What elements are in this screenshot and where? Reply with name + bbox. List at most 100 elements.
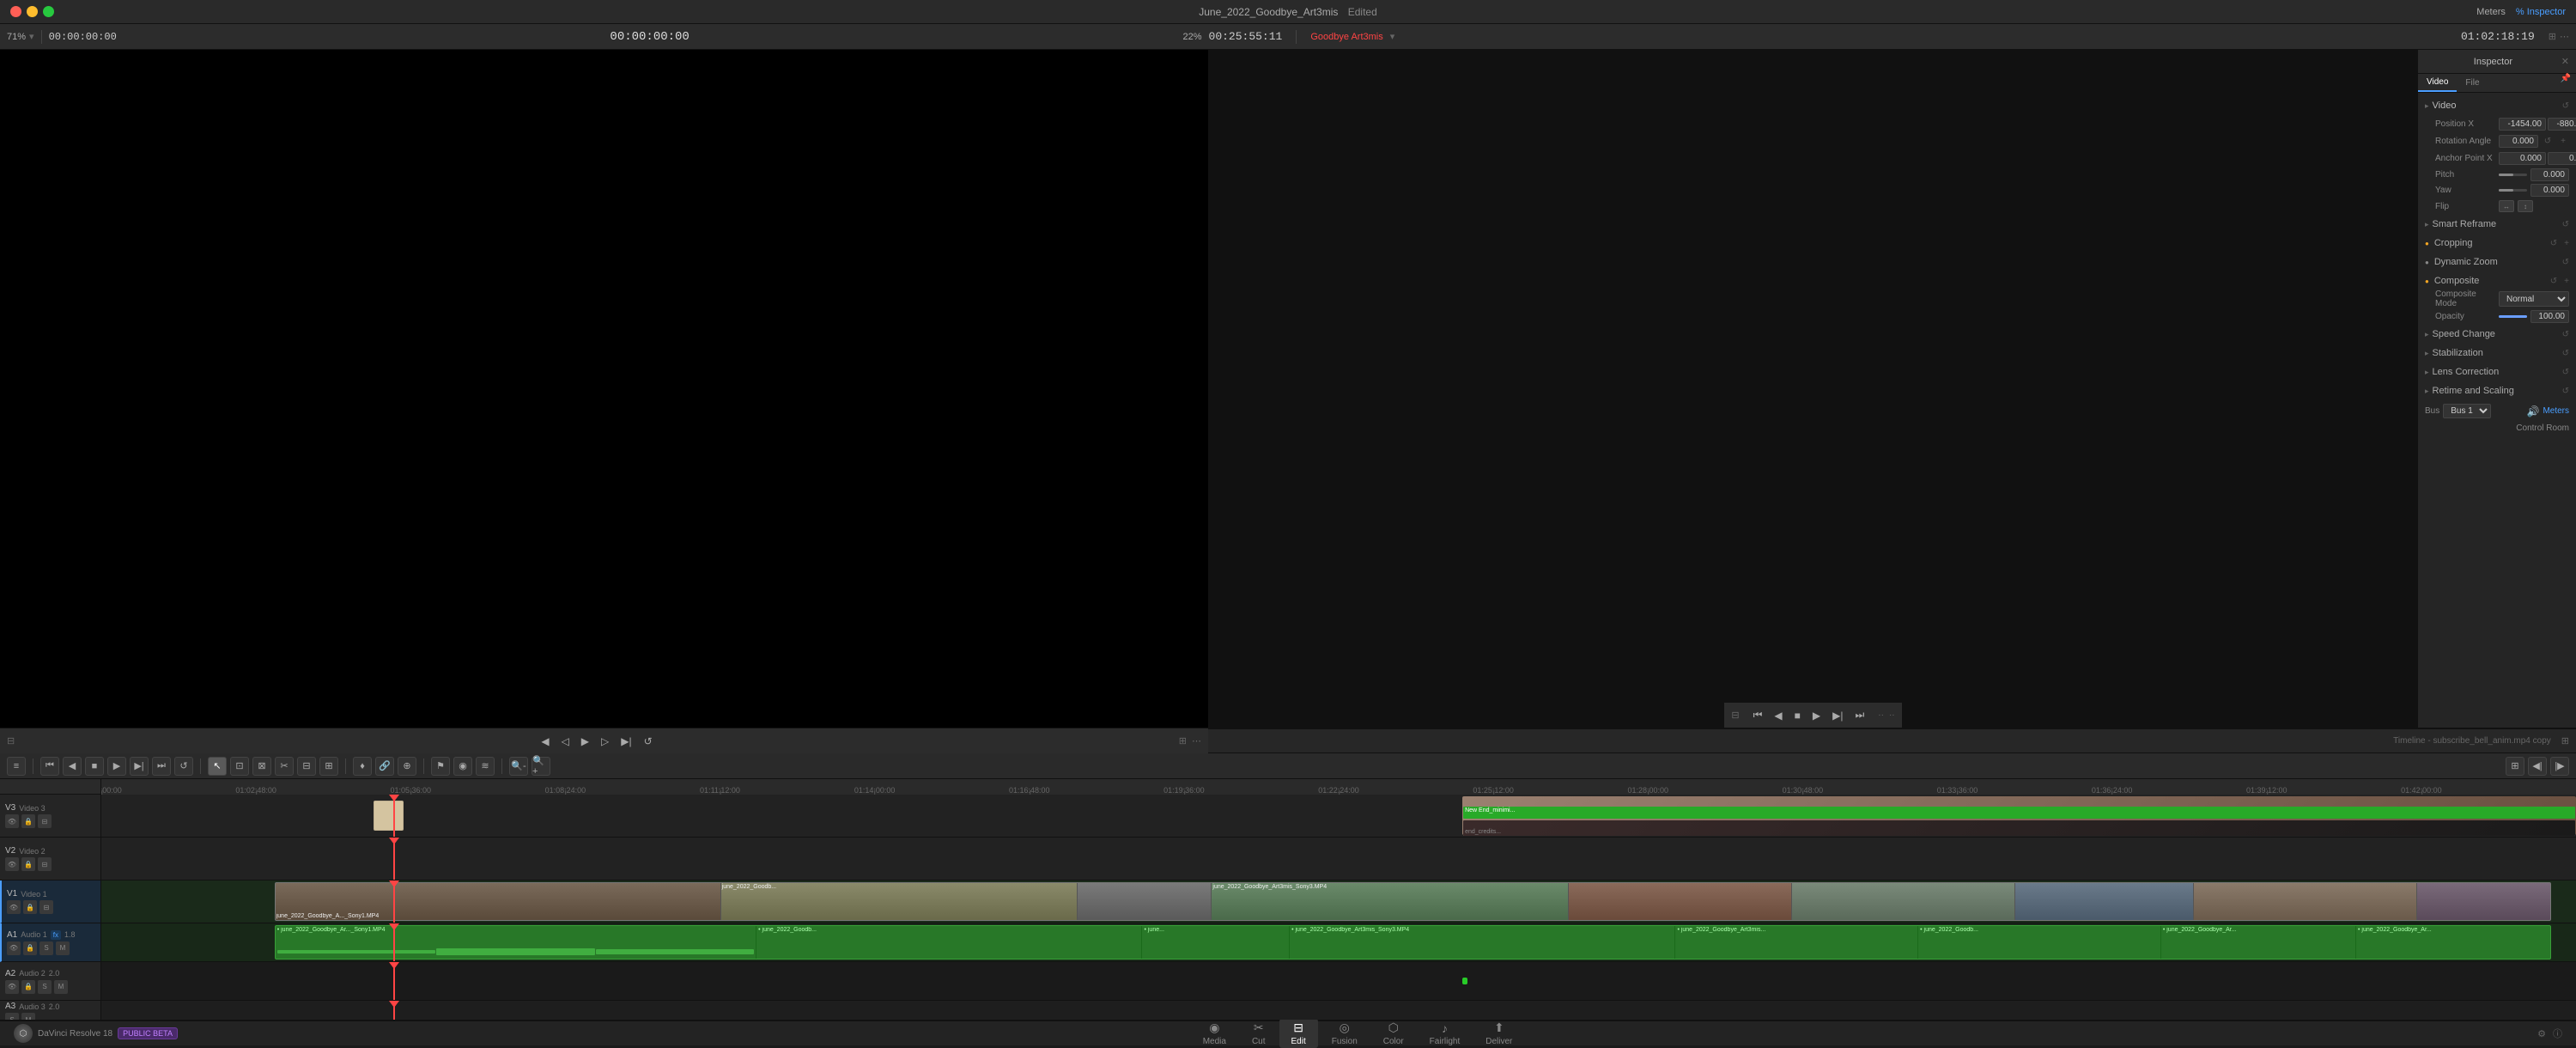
- zoom-out-btn[interactable]: 🔍-: [509, 757, 528, 776]
- deliver-tab[interactable]: ⬆ Deliver: [1473, 1019, 1524, 1048]
- lens-correction-reset[interactable]: ↺: [2562, 368, 2569, 377]
- inspector-tab-video[interactable]: Video: [2418, 74, 2457, 92]
- tl-next-btn[interactable]: ▶|: [130, 757, 149, 776]
- stabilization-header[interactable]: ▸ Stabilization ↺: [2418, 344, 2576, 363]
- a1-lock-btn[interactable]: 🔒: [23, 941, 37, 955]
- v1-eye-btn[interactable]: 👁: [7, 900, 21, 914]
- source-rewind-btn[interactable]: ◁: [558, 734, 573, 749]
- inspector-label[interactable]: % Inspector: [2516, 7, 2566, 17]
- v1-main-clip[interactable]: june_2022_Goodbye_A..._Sony1.MP4 june_20…: [275, 882, 2551, 921]
- composite-mode-select[interactable]: Normal: [2499, 291, 2569, 307]
- blade-btn[interactable]: ✂: [275, 757, 294, 776]
- anchor-x-value[interactable]: 0.000: [2499, 152, 2546, 165]
- program-next-frame-btn[interactable]: ▶|: [1829, 708, 1846, 723]
- position-y-value[interactable]: -880.000: [2548, 118, 2576, 131]
- timeline-settings-btn[interactable]: ⊞: [2561, 735, 2569, 746]
- cropping-reset[interactable]: ↺: [2550, 239, 2557, 248]
- a3-solo-btn[interactable]: S: [5, 1013, 19, 1020]
- tl-prev-btn[interactable]: ◀: [63, 757, 82, 776]
- lens-correction-header[interactable]: ▸ Lens Correction ↺: [2418, 363, 2576, 381]
- a1-mute-btn[interactable]: M: [56, 941, 70, 955]
- dynamic-trim-btn[interactable]: ⊠: [252, 757, 271, 776]
- program-goto-end-btn[interactable]: ⏭: [1851, 707, 1868, 723]
- minimize-button[interactable]: [27, 6, 38, 17]
- composite-add[interactable]: +: [2564, 277, 2569, 286]
- source-layout-icon[interactable]: ⊟: [7, 735, 15, 746]
- edit-tab[interactable]: ⊟ Edit: [1279, 1019, 1318, 1048]
- tl-loop-btn[interactable]: ↺: [174, 757, 193, 776]
- speed-change-reset[interactable]: ↺: [2562, 330, 2569, 339]
- maximize-button[interactable]: [43, 6, 54, 17]
- a1-main-clip[interactable]: • june_2022_Goodbye_Ar..._Sony1.MP4 • ju…: [275, 925, 2551, 960]
- audio-mixer-btn[interactable]: ≋: [476, 757, 495, 776]
- settings-icon[interactable]: ⋯: [2560, 31, 2569, 42]
- dynamic-zoom-header[interactable]: ● Dynamic Zoom ↺: [2418, 253, 2576, 271]
- speed-change-header[interactable]: ▸ Speed Change ↺: [2418, 325, 2576, 344]
- smart-reframe-header[interactable]: ▸ Smart Reframe ↺: [2418, 215, 2576, 234]
- stabilization-reset[interactable]: ↺: [2562, 349, 2569, 358]
- a2-mute-btn[interactable]: M: [54, 980, 68, 994]
- meters-label[interactable]: Meters: [2476, 7, 2506, 17]
- fairlight-tab[interactable]: ♪ Fairlight: [1418, 1020, 1473, 1048]
- cut-tab[interactable]: ✂ Cut: [1240, 1019, 1278, 1048]
- audio-meters-icon[interactable]: 🔊: [2526, 405, 2539, 417]
- v3-lock-btn[interactable]: 🔒: [21, 814, 35, 828]
- yaw-value[interactable]: 0.000: [2530, 184, 2569, 197]
- meters-toggle[interactable]: Meters: [2543, 406, 2569, 416]
- composite-header[interactable]: ● Composite ↺ +: [2418, 271, 2576, 290]
- tl-goto-end-btn[interactable]: ⏭: [152, 757, 171, 776]
- clip-name-dropdown[interactable]: ▾: [1390, 31, 1395, 42]
- yaw-slider[interactable]: [2499, 189, 2527, 192]
- v1-link-btn[interactable]: ⊟: [39, 900, 53, 914]
- source-prev-frame-btn[interactable]: ◀: [538, 734, 552, 749]
- a1-eye-btn[interactable]: 👁: [7, 941, 21, 955]
- flip-h-btn[interactable]: ↔: [2499, 200, 2514, 212]
- dynamic-zoom-reset[interactable]: ↺: [2562, 258, 2569, 267]
- v3-clip-group-right[interactable]: T New End_minimi... end_credits...: [1462, 795, 2576, 837]
- media-tab[interactable]: ◉ Media: [1191, 1019, 1238, 1048]
- program-stop-btn[interactable]: ■: [1791, 708, 1804, 723]
- slip-btn[interactable]: ⊟: [297, 757, 316, 776]
- tl-play-btn[interactable]: ▶: [107, 757, 126, 776]
- source-options-icon[interactable]: ⊞: [1179, 735, 1187, 746]
- a2-eye-btn[interactable]: 👁: [5, 980, 19, 994]
- opacity-value[interactable]: 100.00: [2530, 310, 2569, 323]
- program-goto-start-btn[interactable]: ⏮: [1750, 707, 1766, 723]
- a2-solo-btn[interactable]: S: [38, 980, 52, 994]
- v2-link-btn[interactable]: ⊟: [38, 857, 52, 871]
- cropping-header[interactable]: ● Cropping ↺ +: [2418, 234, 2576, 253]
- zoom-in-btn[interactable]: 🔍+: [532, 757, 550, 776]
- timeline-menu-btn[interactable]: ≡: [7, 757, 26, 776]
- v2-lock-btn[interactable]: 🔒: [21, 857, 35, 871]
- program-play-btn[interactable]: ▶: [1809, 708, 1824, 723]
- bottom-settings-icon[interactable]: ⚙: [2537, 1028, 2546, 1039]
- marker-btn[interactable]: ♦: [353, 757, 372, 776]
- slide-btn[interactable]: ⊞: [319, 757, 338, 776]
- video-section-header[interactable]: ▸ Video ↺: [2418, 96, 2576, 115]
- pitch-slider[interactable]: [2499, 174, 2527, 176]
- opacity-slider[interactable]: [2499, 315, 2527, 318]
- color-tab[interactable]: ⬡ Color: [1371, 1019, 1416, 1048]
- rotation-reset-btn[interactable]: ↺: [2542, 135, 2554, 147]
- pitch-value[interactable]: 0.000: [2530, 168, 2569, 181]
- rotation-add-btn[interactable]: +: [2557, 135, 2569, 147]
- tl-goto-start-btn[interactable]: ⏮: [40, 757, 59, 776]
- program-dots-left[interactable]: ··: [1878, 710, 1884, 720]
- v3-clip-1[interactable]: [374, 801, 404, 830]
- source-next-frame-btn[interactable]: ▶|: [617, 734, 635, 749]
- smart-reframe-reset[interactable]: ↺: [2562, 220, 2569, 229]
- snap-btn[interactable]: ⊕: [398, 757, 416, 776]
- tl-layout-btn[interactable]: ⊞: [2506, 757, 2524, 776]
- inspector-close-icon[interactable]: ✕: [2561, 56, 2569, 67]
- trim-tool-btn[interactable]: ⊡: [230, 757, 249, 776]
- v3-link-btn[interactable]: ⊟: [38, 814, 52, 828]
- zoom-dropdown-icon[interactable]: ▾: [29, 31, 34, 42]
- close-button[interactable]: [10, 6, 21, 17]
- program-prev-frame-btn[interactable]: ◀: [1771, 708, 1785, 723]
- program-dots-right[interactable]: ··: [1889, 710, 1895, 720]
- source-settings-icon[interactable]: ⋯: [1192, 735, 1201, 746]
- composite-reset[interactable]: ↺: [2550, 277, 2557, 286]
- source-loop-btn[interactable]: ↺: [641, 734, 656, 749]
- video-reset-btn[interactable]: ↺: [2562, 101, 2569, 111]
- bottom-info-icon[interactable]: ⓘ: [2553, 1027, 2562, 1040]
